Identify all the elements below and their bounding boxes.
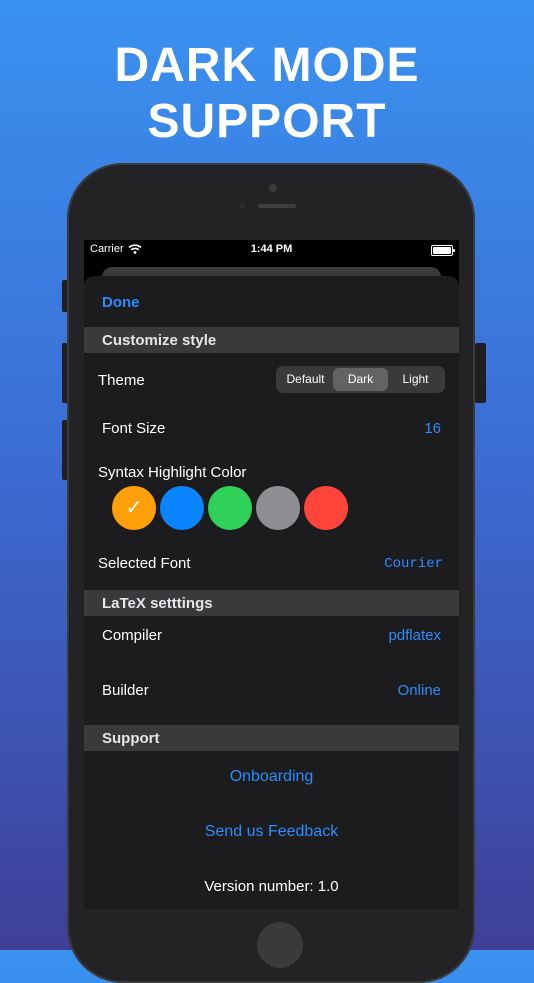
- color-swatch-orange[interactable]: ✓: [112, 486, 156, 530]
- version-number: Version number: 1.0: [204, 878, 339, 895]
- headline: DARK MODE SUPPORT: [0, 38, 534, 150]
- theme-segmented-control[interactable]: Default Dark Light: [276, 366, 445, 393]
- section-header-latex: LaTeX setttings: [84, 590, 459, 616]
- theme-option-default[interactable]: Default: [278, 368, 333, 391]
- selected-font-value[interactable]: Courier: [384, 556, 443, 572]
- sensor: [240, 203, 245, 208]
- headline-line-2: SUPPORT: [147, 95, 387, 148]
- builder-label: Builder: [102, 682, 149, 699]
- status-bar: Carrier 1:44 PM: [84, 240, 459, 260]
- color-swatches: ✓: [112, 486, 348, 530]
- send-feedback-link[interactable]: Send us Feedback: [84, 823, 459, 841]
- color-swatch-gray[interactable]: [256, 486, 300, 530]
- color-swatch-blue[interactable]: [160, 486, 204, 530]
- color-swatch-red[interactable]: [304, 486, 348, 530]
- status-time: 1:44 PM: [250, 243, 293, 255]
- camera-icon: [269, 184, 277, 192]
- home-button[interactable]: [257, 922, 303, 968]
- headline-line-1: DARK MODE: [114, 39, 420, 92]
- section-header-support: Support: [84, 725, 459, 751]
- phone-power-button: [475, 343, 486, 403]
- phone-screen: Carrier 1:44 PM Done Customize style The…: [84, 240, 459, 910]
- compiler-value[interactable]: pdflatex: [388, 627, 441, 644]
- speaker-grille: [258, 204, 296, 208]
- font-size-label: Font Size: [102, 420, 166, 437]
- battery-icon: [431, 245, 455, 256]
- checkmark-icon: ✓: [125, 497, 143, 519]
- done-button[interactable]: Done: [102, 294, 140, 311]
- compiler-label: Compiler: [102, 627, 163, 644]
- selected-font-label: Selected Font: [98, 555, 191, 572]
- theme-label: Theme: [98, 372, 145, 389]
- onboarding-link[interactable]: Onboarding: [84, 768, 459, 786]
- settings-sheet: Done Customize style Theme Default Dark …: [84, 276, 459, 910]
- theme-option-light[interactable]: Light: [388, 368, 443, 391]
- builder-value[interactable]: Online: [398, 682, 441, 699]
- section-header-customize: Customize style: [84, 327, 459, 353]
- theme-option-dark[interactable]: Dark: [333, 368, 388, 391]
- color-swatch-green[interactable]: [208, 486, 252, 530]
- font-size-value[interactable]: 16: [424, 420, 441, 437]
- syntax-highlight-label: Syntax Highlight Color: [98, 464, 247, 481]
